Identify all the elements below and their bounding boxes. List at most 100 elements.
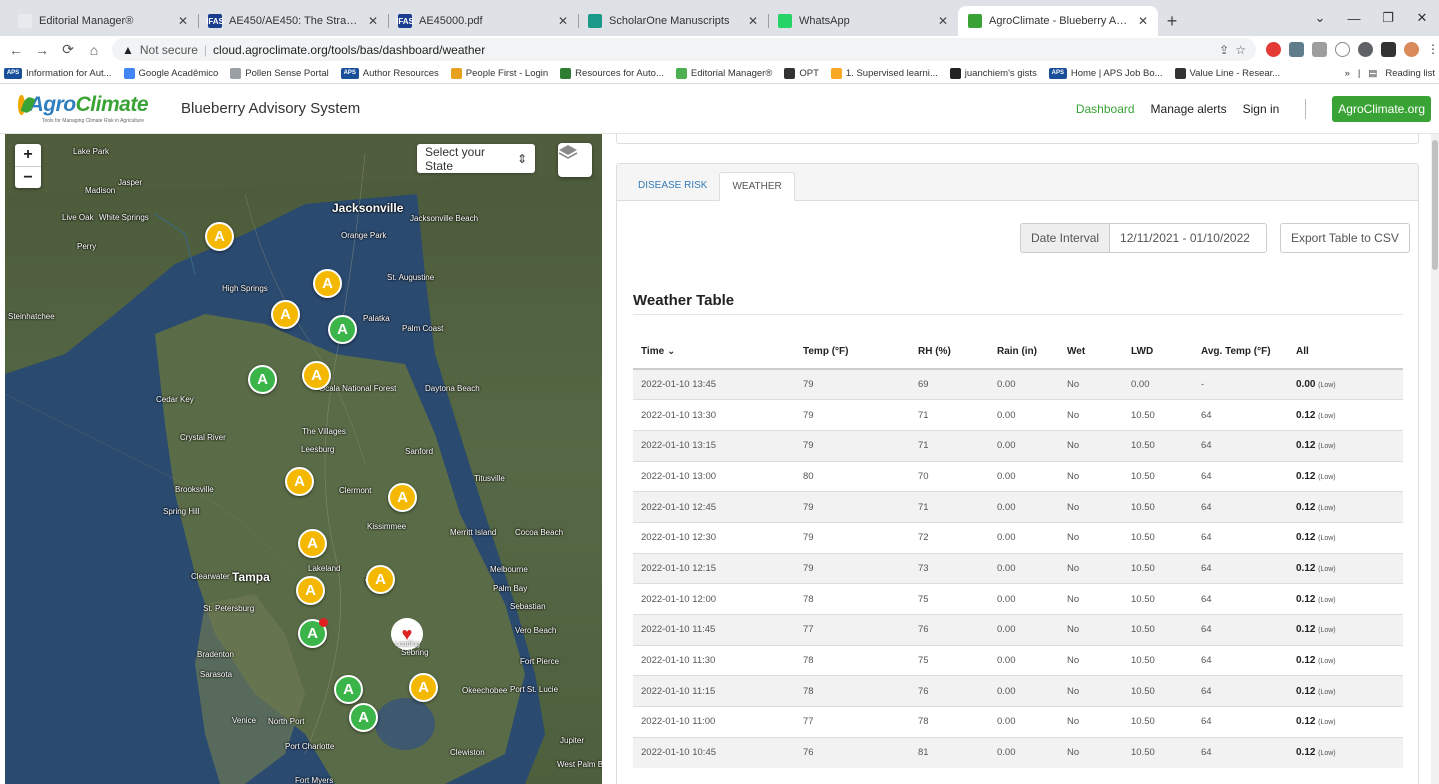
- bookmark-item[interactable]: Editorial Manager®: [675, 67, 772, 79]
- title-divider: [633, 314, 1403, 315]
- weather-station-marker[interactable]: A: [248, 365, 277, 394]
- scrollbar-thumb[interactable]: [1432, 140, 1438, 270]
- nav-sign-in[interactable]: Sign in: [1243, 102, 1280, 116]
- bookmarks-overflow: » | ▤ Reading list: [1344, 67, 1435, 79]
- table-cell: No: [1059, 614, 1123, 646]
- map-city-label: Jupiter: [560, 736, 585, 745]
- zoom-in-button[interactable]: +: [15, 144, 41, 166]
- table-cell: 10.50: [1123, 552, 1193, 584]
- weather-station-marker[interactable]: A: [328, 315, 357, 344]
- tab-close-icon[interactable]: ✕: [1138, 14, 1148, 28]
- menu-icon[interactable]: ⋮: [1427, 42, 1439, 57]
- bookmark-item[interactable]: Resources for Auto...: [560, 67, 664, 79]
- bookmark-favicon-icon: APS: [340, 67, 359, 79]
- weather-station-marker[interactable]: A: [298, 618, 328, 648]
- browser-tab[interactable]: IFAS AE45000.pdf ✕: [388, 6, 578, 36]
- agroclimate-org-button[interactable]: AgroClimate.org: [1332, 95, 1431, 122]
- bookmark-item[interactable]: juanchiem's gists: [949, 67, 1037, 79]
- column-header: RH (%): [910, 334, 989, 370]
- map-city-label: Sanford: [405, 447, 434, 456]
- date-interval-input[interactable]: 12/11/2021 - 01/10/2022: [1110, 223, 1268, 253]
- tab-close-icon[interactable]: ✕: [178, 14, 188, 28]
- page-scrollbar[interactable]: [1431, 134, 1439, 784]
- puzzle-icon[interactable]: [1381, 42, 1396, 57]
- map-city-label: Jacksonville Beach: [410, 214, 479, 223]
- bookmark-item[interactable]: APS Information for Aut...: [4, 67, 112, 79]
- weather-station-marker[interactable]: A: [388, 483, 417, 512]
- home-icon[interactable]: ⌂: [86, 42, 102, 58]
- weather-station-marker[interactable]: A: [296, 576, 325, 605]
- bookmark-favicon-icon: [784, 67, 796, 79]
- bookmark-item[interactable]: Value Line - Resear...: [1174, 67, 1280, 79]
- new-tab-button[interactable]: +: [1158, 6, 1186, 36]
- nav-manage-alerts[interactable]: Manage alerts: [1151, 102, 1227, 116]
- extension-icon[interactable]: [1358, 42, 1373, 57]
- table-cell: No: [1059, 675, 1123, 707]
- zoom-out-button[interactable]: −: [15, 166, 41, 188]
- map-city-label: Tampa: [232, 570, 270, 584]
- layers-button[interactable]: [558, 143, 592, 177]
- bookmark-star-icon[interactable]: ☆: [1235, 43, 1246, 57]
- export-csv-button[interactable]: Export Table to CSV: [1280, 223, 1410, 253]
- bookmark-item[interactable]: OPT: [784, 67, 819, 79]
- weather-station-marker[interactable]: A: [313, 269, 342, 298]
- tab-close-icon[interactable]: ✕: [748, 14, 758, 28]
- tab-close-icon[interactable]: ✕: [938, 14, 948, 28]
- profile-avatar[interactable]: [1404, 42, 1419, 57]
- stations-map[interactable]: + − Select your State ⇕ Lake Park Madison…: [5, 134, 602, 784]
- tab-disease-risk[interactable]: DISEASE RISK: [626, 171, 719, 200]
- weather-station-marker[interactable]: A: [366, 565, 395, 594]
- browser-tab[interactable]: AgroClimate - Blueberry Advisor ✕: [958, 6, 1158, 36]
- browser-tab[interactable]: WhatsApp ✕: [768, 6, 958, 36]
- bookmark-item[interactable]: Pollen Sense Portal: [230, 67, 329, 79]
- weather-station-marker[interactable]: A: [271, 300, 300, 329]
- maximize-icon[interactable]: ❐: [1371, 0, 1405, 36]
- extension-icon[interactable]: [1312, 42, 1327, 57]
- reading-list-icon[interactable]: ▤: [1368, 68, 1377, 79]
- url-text: cloud.agroclimate.org/tools/bas/dashboar…: [213, 42, 486, 57]
- bookmark-item[interactable]: APS Author Resources: [340, 67, 439, 79]
- map-city-label: Fort Pierce: [520, 657, 560, 666]
- overflow-chevron-icon[interactable]: »: [1345, 68, 1350, 79]
- share-icon[interactable]: ⇪: [1219, 43, 1229, 57]
- close-window-icon[interactable]: ✕: [1405, 0, 1439, 36]
- bookmark-item[interactable]: People First - Login: [450, 67, 548, 79]
- bookmark-item[interactable]: Google Acadêmico: [123, 67, 218, 79]
- bookmark-label: juanchiem's gists: [964, 67, 1037, 79]
- extension-icon[interactable]: [1289, 42, 1304, 57]
- nav-dashboard[interactable]: Dashboard: [1076, 102, 1135, 116]
- adblock-icon[interactable]: [1266, 42, 1281, 57]
- bookmark-item[interactable]: 1. Supervised learni...: [830, 67, 938, 79]
- weather-station-marker[interactable]: A: [302, 361, 331, 390]
- table-cell: 79: [795, 399, 910, 431]
- address-bar[interactable]: ▲ Not secure | cloud.agroclimate.org/too…: [112, 38, 1256, 61]
- forward-icon[interactable]: →: [34, 42, 50, 58]
- weather-station-marker[interactable]: A: [409, 673, 438, 702]
- browser-tab[interactable]: Editorial Manager® ✕: [8, 6, 198, 36]
- state-select[interactable]: Select your State ⇕: [417, 144, 535, 173]
- tab-search-icon[interactable]: ⌄: [1303, 0, 1337, 36]
- tab-title: WhatsApp: [799, 15, 850, 27]
- shield-icon[interactable]: [1335, 42, 1350, 57]
- weather-station-marker[interactable]: A: [205, 222, 234, 251]
- tab-close-icon[interactable]: ✕: [558, 14, 568, 28]
- agroclimate-logo[interactable]: AgroClimate Tools for Managing Climate R…: [18, 93, 149, 124]
- map-city-label: Clearwater: [191, 572, 230, 581]
- reading-list-link[interactable]: Reading list: [1385, 68, 1435, 79]
- back-icon[interactable]: ←: [8, 42, 24, 58]
- weather-station-marker[interactable]: A: [349, 703, 378, 732]
- bookmark-item[interactable]: APS Home | APS Job Bo...: [1048, 67, 1163, 79]
- reload-icon[interactable]: ⟳: [60, 41, 76, 58]
- table-cell: 2022-01-10 12:30: [633, 521, 795, 554]
- risk-cell: 0.12 (Low): [1288, 521, 1403, 554]
- map-city-label: Titusville: [474, 474, 505, 483]
- browser-tab[interactable]: IFAS AE450/AE450: The Strawberry Ad ✕: [198, 6, 388, 36]
- tab-weather[interactable]: WEATHER: [719, 172, 795, 201]
- minimize-icon[interactable]: —: [1337, 0, 1371, 36]
- tab-close-icon[interactable]: ✕: [368, 14, 378, 28]
- column-header[interactable]: Time ⌄: [633, 334, 795, 370]
- browser-tab[interactable]: ScholarOne Manuscripts ✕: [578, 6, 768, 36]
- weather-station-marker[interactable]: A: [285, 467, 314, 496]
- weather-station-marker[interactable]: A: [298, 529, 327, 558]
- weather-station-marker[interactable]: A: [334, 675, 363, 704]
